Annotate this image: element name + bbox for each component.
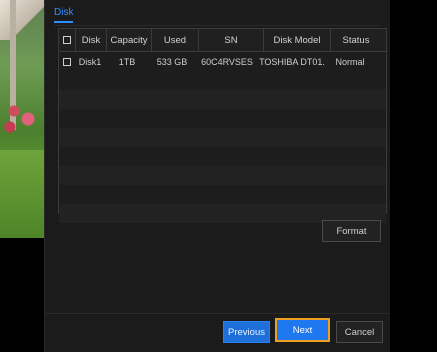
cell-used: 533 GB: [156, 56, 188, 67]
table-row-empty: [59, 128, 386, 147]
cell-disk: Disk1: [78, 56, 102, 67]
tab-divider: [54, 25, 381, 26]
footer-divider: [45, 313, 390, 314]
next-button[interactable]: Next: [277, 320, 328, 340]
video-flowers: [2, 95, 42, 135]
table-row-empty: [59, 109, 386, 128]
cell-disk-model: TOSHIBA DT01.: [259, 56, 325, 67]
cancel-button[interactable]: Cancel: [336, 321, 383, 343]
table-header: Disk Capacity Used SN Disk Model Status: [59, 29, 386, 52]
video-roof: [0, 0, 44, 40]
header-disk-model: Disk Model: [264, 29, 331, 51]
table-row-empty: [59, 166, 386, 185]
cell-status: Normal: [335, 56, 365, 67]
header-capacity: Capacity: [107, 29, 152, 51]
video-lawn: [0, 150, 44, 238]
table-row-empty: [59, 71, 386, 90]
tab-disk[interactable]: Disk: [54, 7, 74, 23]
select-all-cell: [59, 29, 76, 51]
cell-sn: 60C4RVSES: [201, 56, 253, 67]
header-sn: SN: [199, 29, 264, 51]
table-body: Disk1 1TB 533 GB 60C4RVSES TOSHIBA DT01.…: [59, 52, 386, 223]
header-disk: Disk: [76, 29, 107, 51]
table-row-empty: [59, 147, 386, 166]
live-video-background: [0, 0, 44, 238]
row-checkbox-cell: [59, 52, 75, 71]
table-row-empty: [59, 90, 386, 109]
disk-wizard-dialog: Disk Disk Capacity Used SN Disk Model St…: [44, 0, 390, 352]
table-row[interactable]: Disk1 1TB 533 GB 60C4RVSES TOSHIBA DT01.…: [59, 52, 386, 71]
select-all-checkbox[interactable]: [63, 36, 71, 44]
previous-button[interactable]: Previous: [223, 321, 270, 343]
format-button[interactable]: Format: [322, 220, 381, 242]
cell-capacity: 1TB: [118, 56, 136, 67]
table-row-empty: [59, 185, 386, 204]
disk-table: Disk Capacity Used SN Disk Model Status …: [58, 28, 387, 223]
header-used: Used: [152, 29, 199, 51]
row-checkbox[interactable]: [63, 57, 71, 66]
right-black-area: [389, 0, 437, 352]
header-status: Status: [342, 34, 370, 46]
